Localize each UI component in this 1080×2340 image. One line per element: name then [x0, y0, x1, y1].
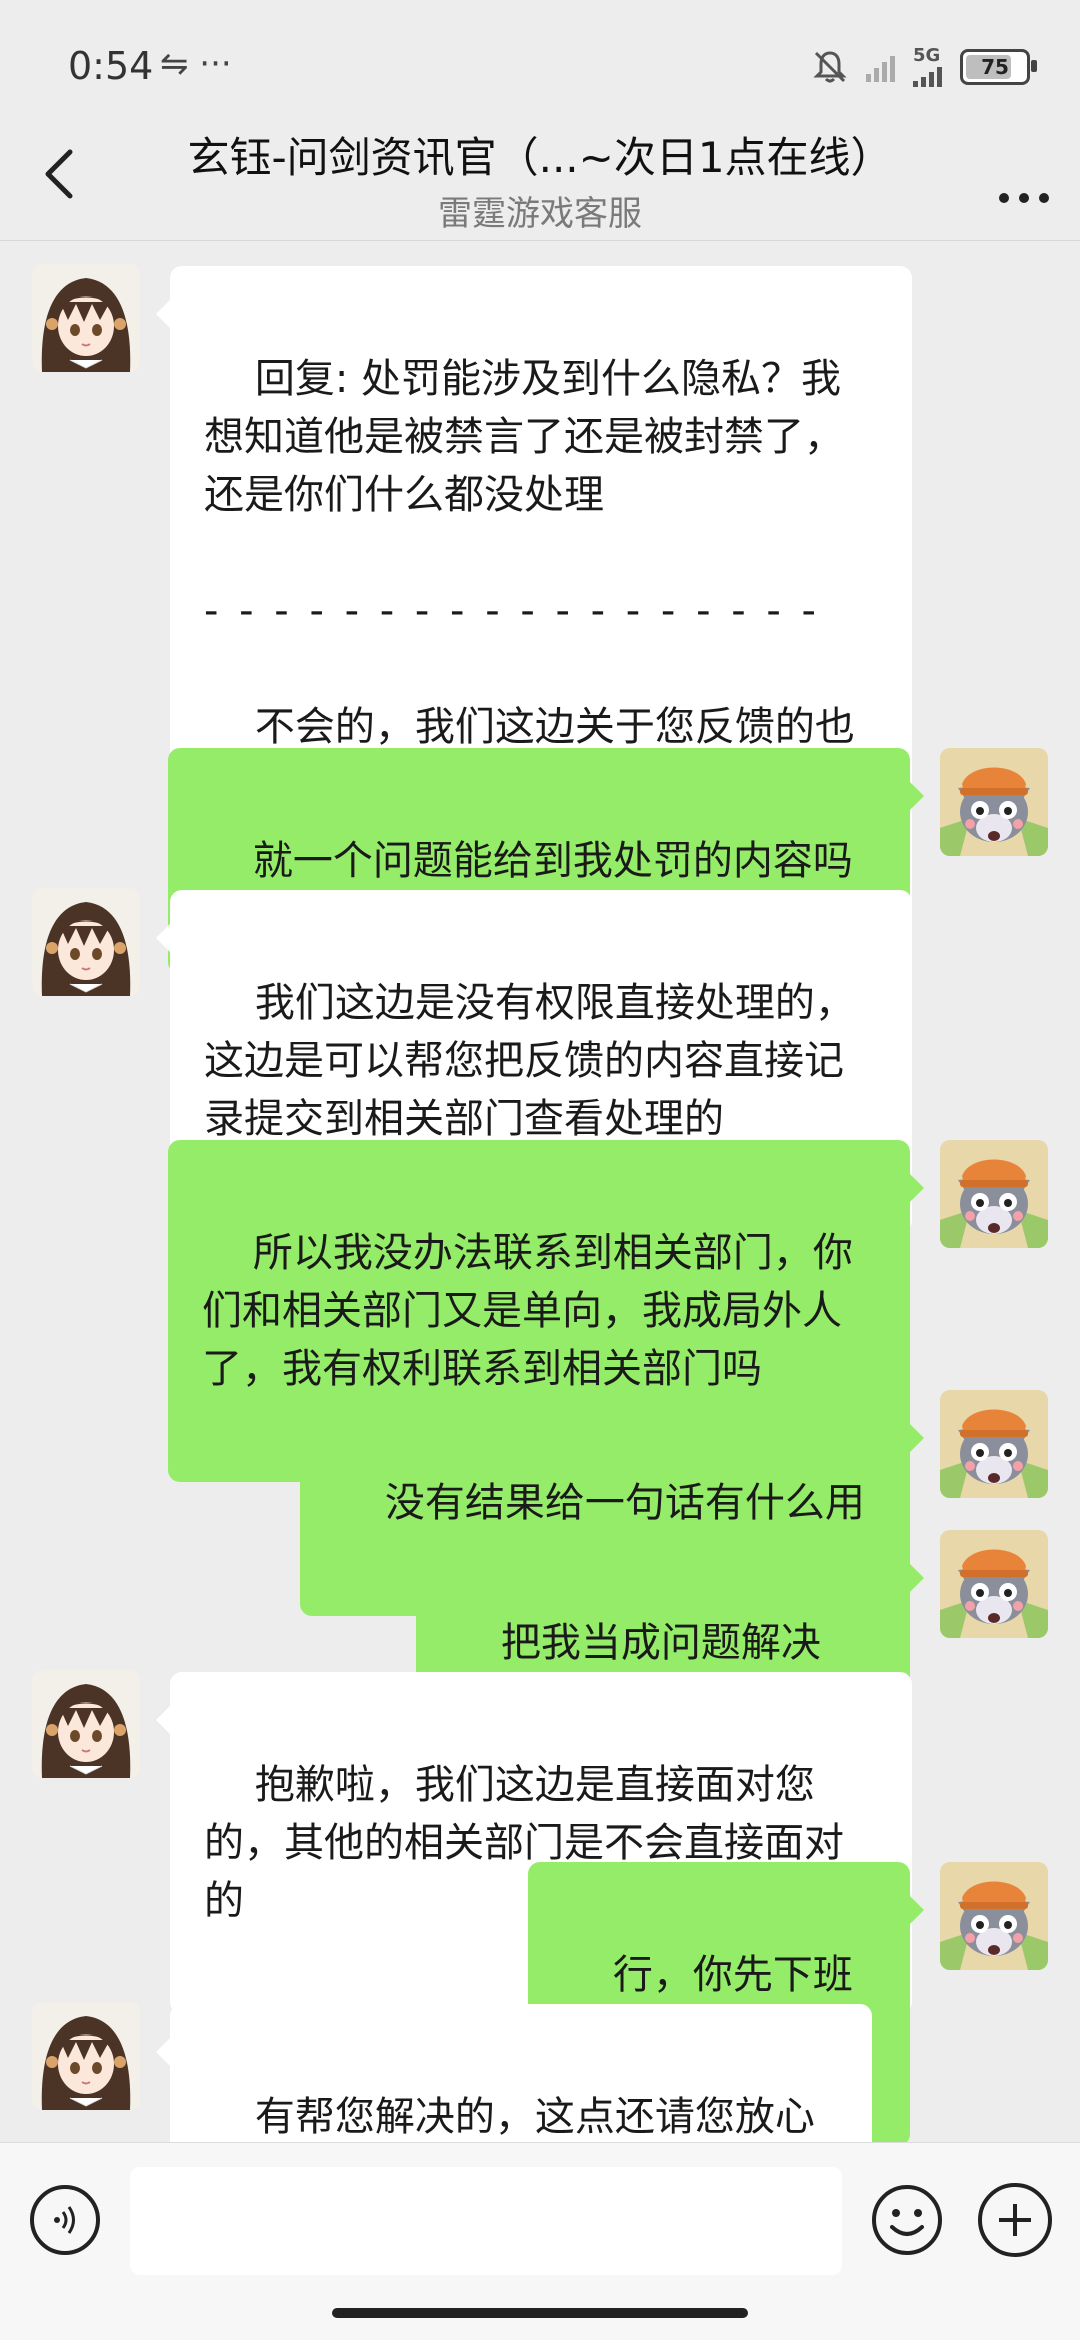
agent-avatar[interactable] — [32, 264, 140, 372]
message-text: 我们这边是没有权限直接处理的，这边是可以帮您把反馈的内容直接记录提交到相关部门查… — [204, 980, 855, 1142]
agent-avatar[interactable] — [32, 1670, 140, 1778]
more-options-button[interactable] — [998, 158, 1050, 218]
status-bar: 0:54 ⇋ ··· 5G 75 — [0, 0, 1080, 120]
home-indicator[interactable] — [332, 2308, 748, 2318]
chat-title: 玄钰-问剑资讯官（...~次日1点在线） — [187, 133, 893, 182]
message-text: 回复: 处罚能涉及到什么隐私？我想知道他是被禁言了还是被封禁了，还是你们什么都没… — [204, 356, 844, 518]
chat-header: 玄钰-问剑资讯官（...~次日1点在线） 雷霆游戏客服 — [0, 118, 1080, 241]
back-button[interactable] — [30, 144, 90, 204]
status-right-icons: 5G 75 — [812, 42, 1037, 92]
message-text: 所以我没办法联系到相关部门，你们和相关部门又是单向，我成局外人了，我有权利联系到… — [202, 1230, 853, 1392]
message-text: 有帮您解决的，这点还请您放心 — [254, 2094, 815, 2140]
user-avatar[interactable] — [940, 748, 1048, 856]
battery-icon: 75 — [960, 49, 1037, 85]
signal-icon-1 — [866, 52, 895, 82]
chat-subtitle: 雷霆游戏客服 — [438, 194, 642, 234]
battery-level: 75 — [981, 55, 1009, 79]
voice-icon — [54, 2206, 75, 2234]
plus-icon — [999, 2204, 1031, 2236]
emoji-button[interactable] — [870, 2183, 944, 2257]
mute-bell-icon — [813, 51, 847, 83]
status-time: 0:54 — [68, 44, 154, 88]
message-text: 就一个问题能给到我处罚的内容吗 — [252, 838, 853, 884]
more-actions-button[interactable] — [978, 2183, 1052, 2257]
agent-avatar[interactable] — [32, 888, 140, 996]
agent-avatar[interactable] — [32, 2002, 140, 2110]
user-avatar[interactable] — [940, 1530, 1048, 1638]
network-type: 5G — [913, 45, 941, 66]
voice-button[interactable] — [30, 2185, 100, 2255]
more-icon — [999, 193, 1049, 203]
notification-icons: ⇋ ··· — [160, 44, 232, 84]
user-avatar[interactable] — [940, 1862, 1048, 1970]
message-input[interactable] — [130, 2167, 842, 2275]
message-text: 没有结果给一句话有什么用 — [384, 1480, 865, 1526]
quote-divider: - - - - - - - - - - - - - - - - - - — [204, 588, 820, 634]
user-avatar[interactable] — [940, 1140, 1048, 1248]
back-arrow-icon — [45, 149, 73, 199]
user-avatar[interactable] — [940, 1390, 1048, 1498]
emoji-icon — [872, 2185, 942, 2255]
signal-icon-5g: 5G — [913, 47, 942, 87]
